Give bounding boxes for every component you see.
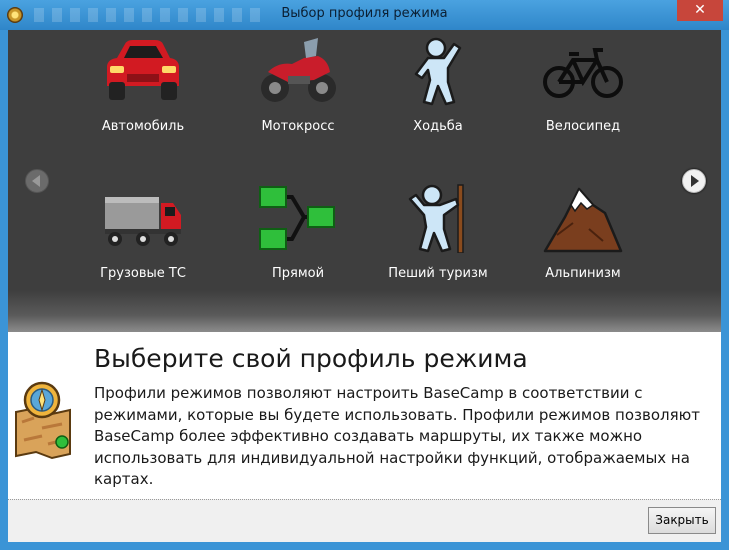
profile-tile-mountaineering[interactable]: Альпинизм <box>518 181 648 281</box>
info-panel: Выберите свой профиль режима Профили реж… <box>8 332 721 500</box>
profile-tile-motocross[interactable]: Мотокросс <box>233 34 363 134</box>
profile-label: Автомобиль <box>101 119 185 134</box>
profile-tile-hiking[interactable]: Пеший туризм <box>373 181 503 281</box>
motorcycle-icon <box>261 38 336 102</box>
dialog-content: Автомобиль Мотокросс Ходьба Велосипед Гр… <box>8 30 721 542</box>
window-close-button[interactable]: ✕ <box>677 0 723 21</box>
profile-label: Альпинизм <box>545 266 621 281</box>
profile-label: Прямой <box>271 266 325 281</box>
basecamp-compass-map-icon <box>15 381 71 460</box>
profile-label: Пеший туризм <box>388 266 488 281</box>
hiking-icon <box>408 184 464 253</box>
info-description: Профили режимов позволяют настроить Base… <box>94 384 700 488</box>
truck-icon <box>105 197 181 246</box>
profile-tile-truck[interactable]: Грузовые ТС <box>78 181 208 281</box>
mountain-icon <box>543 187 623 253</box>
profile-tile-car[interactable]: Автомобиль <box>78 34 208 134</box>
profile-tile-walking[interactable]: Ходьба <box>373 34 503 134</box>
profile-label: Велосипед <box>545 119 621 134</box>
window-title: Выбор профиля режима <box>281 6 448 21</box>
close-button[interactable]: Закрыть <box>648 507 716 534</box>
bicycle-icon <box>543 48 623 98</box>
direct-route-icon <box>259 186 335 250</box>
car-icon <box>107 40 179 100</box>
dialog-window: Выбор профиля режима ✕ Автомобиль Мотокр… <box>0 0 729 550</box>
info-title: Выберите свой профиль режима <box>94 344 528 373</box>
profile-label: Ходьба <box>413 119 463 134</box>
profile-label: Грузовые ТС <box>100 266 186 281</box>
arrow-left-icon[interactable] <box>25 169 49 193</box>
dialog-footer: Закрыть <box>8 499 721 542</box>
profile-gallery: Автомобиль Мотокросс Ходьба Велосипед Гр… <box>8 30 721 332</box>
profile-tile-bicycle[interactable]: Велосипед <box>518 34 648 134</box>
walking-icon <box>414 37 462 106</box>
profile-tile-direct[interactable]: Прямой <box>233 181 363 281</box>
arrow-right-icon[interactable] <box>682 169 706 193</box>
profile-label: Мотокросс <box>261 119 335 134</box>
title-bar[interactable]: Выбор профиля режима ✕ <box>0 0 729 30</box>
